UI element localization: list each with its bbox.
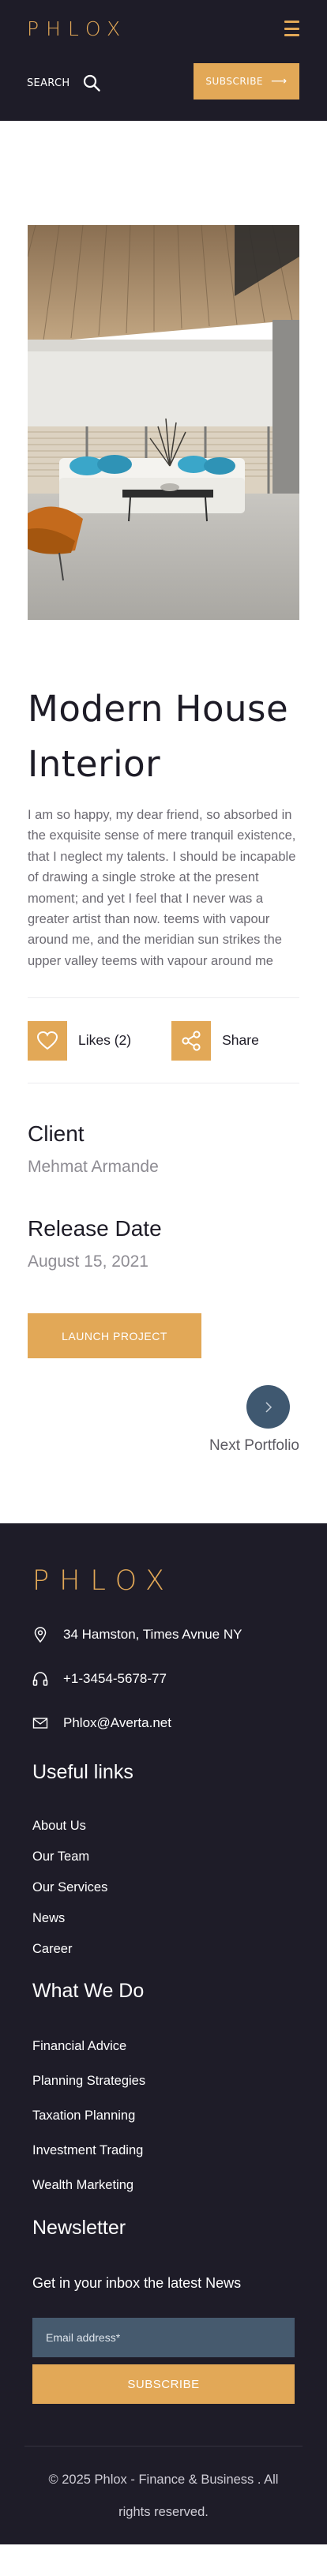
address-text: 34 Hamston, Times Avnue NY — [63, 1627, 242, 1643]
headphones-icon — [32, 1672, 48, 1687]
newsletter-text: Get in your inbox the latest News — [32, 2275, 242, 2292]
project-actions: Likes (2) Share — [28, 998, 299, 1083]
email-text: Phlox@Averta.net — [63, 1715, 171, 1731]
share-button[interactable]: Share — [171, 1020, 259, 1061]
client-label: Client — [28, 1121, 85, 1147]
living-room-illustration — [28, 225, 299, 620]
footer-email[interactable]: Phlox@Averta.net — [32, 1715, 295, 1731]
header-subscribe-label: SUBSCRIBE — [205, 76, 264, 87]
site-logo[interactable]: PHLOX — [27, 17, 127, 40]
phone-text: +1-3454-5678-77 — [63, 1671, 167, 1687]
share-icon — [171, 1020, 212, 1061]
next-portfolio-label[interactable]: Next Portfolio — [209, 1437, 299, 1455]
footer-link-news[interactable]: News — [32, 1911, 295, 1925]
site-header: PHLOX SEARCH SUBSCRIBE ⟶ — [0, 0, 327, 121]
portfolio-content: Modern House Interior I am so happy, my … — [0, 225, 327, 1455]
project-description: I am so happy, my dear friend, so absorb… — [28, 808, 296, 968]
footer-link-taxation-planning[interactable]: Taxation Planning — [32, 2108, 295, 2123]
footer-address: 34 Hamston, Times Avnue NY — [32, 1627, 295, 1643]
newsletter-email-input[interactable]: Email address* — [32, 2318, 295, 2358]
footer-link-financial-advice[interactable]: Financial Advice — [32, 2039, 295, 2053]
next-portfolio-nav: Next Portfolio — [28, 1385, 299, 1455]
release-date-value: August 15, 2021 — [28, 1252, 148, 1271]
useful-links-list: About Us Our Team Our Services News Care… — [32, 1819, 295, 1956]
what-we-do-list: Financial Advice Planning Strategies Tax… — [32, 2039, 295, 2192]
share-label: Share — [222, 1032, 259, 1049]
footer-link-about-us[interactable]: About Us — [32, 1819, 295, 1833]
chevron-right-icon — [265, 1402, 272, 1413]
footer-link-wealth-marketing[interactable]: Wealth Marketing — [32, 2178, 295, 2192]
location-pin-icon — [34, 1627, 47, 1643]
newsletter-subscribe-button[interactable]: SUBSCRIBE — [32, 2364, 295, 2405]
envelope-icon — [32, 1718, 48, 1729]
arrow-right-icon: ⟶ — [271, 75, 288, 88]
footer-link-career[interactable]: Career — [32, 1942, 295, 1956]
footer-link-our-team[interactable]: Our Team — [32, 1849, 295, 1864]
header-subscribe-button[interactable]: SUBSCRIBE ⟶ — [194, 63, 299, 100]
project-title: Modern House Interior — [28, 688, 289, 785]
release-date-label: Release Date — [28, 1216, 162, 1241]
search-toggle[interactable]: SEARCH — [27, 73, 101, 92]
like-button[interactable]: Likes (2) — [28, 1020, 132, 1061]
footer-logo[interactable]: PHLOX — [32, 1523, 295, 1597]
newsletter-heading: Newsletter — [32, 2217, 126, 2240]
footer-phone[interactable]: +1-3454-5678-77 — [32, 1671, 295, 1687]
likes-count: Likes (2) — [78, 1032, 132, 1049]
footer-link-investment-trading[interactable]: Investment Trading — [32, 2143, 295, 2157]
search-icon — [84, 74, 101, 92]
footer-link-our-services[interactable]: Our Services — [32, 1880, 295, 1894]
search-label: SEARCH — [27, 77, 70, 89]
launch-project-button[interactable]: LAUNCH PROJECT — [28, 1313, 201, 1359]
footer-link-planning-strategies[interactable]: Planning Strategies — [32, 2074, 295, 2088]
next-portfolio-button[interactable] — [246, 1385, 290, 1429]
what-we-do-heading: What We Do — [32, 1980, 145, 2003]
copyright-text: © 2025 Phlox - Finance & Business . All … — [48, 2473, 279, 2520]
site-footer: PHLOX 34 Hamston, Times Avnue NY +1-3454… — [0, 1523, 327, 2545]
hamburger-menu-icon[interactable] — [284, 21, 299, 36]
useful-links-heading: Useful links — [32, 1761, 133, 1784]
project-hero-image — [28, 225, 299, 620]
heart-icon — [28, 1020, 67, 1061]
client-value: Mehmat Armande — [28, 1158, 159, 1177]
